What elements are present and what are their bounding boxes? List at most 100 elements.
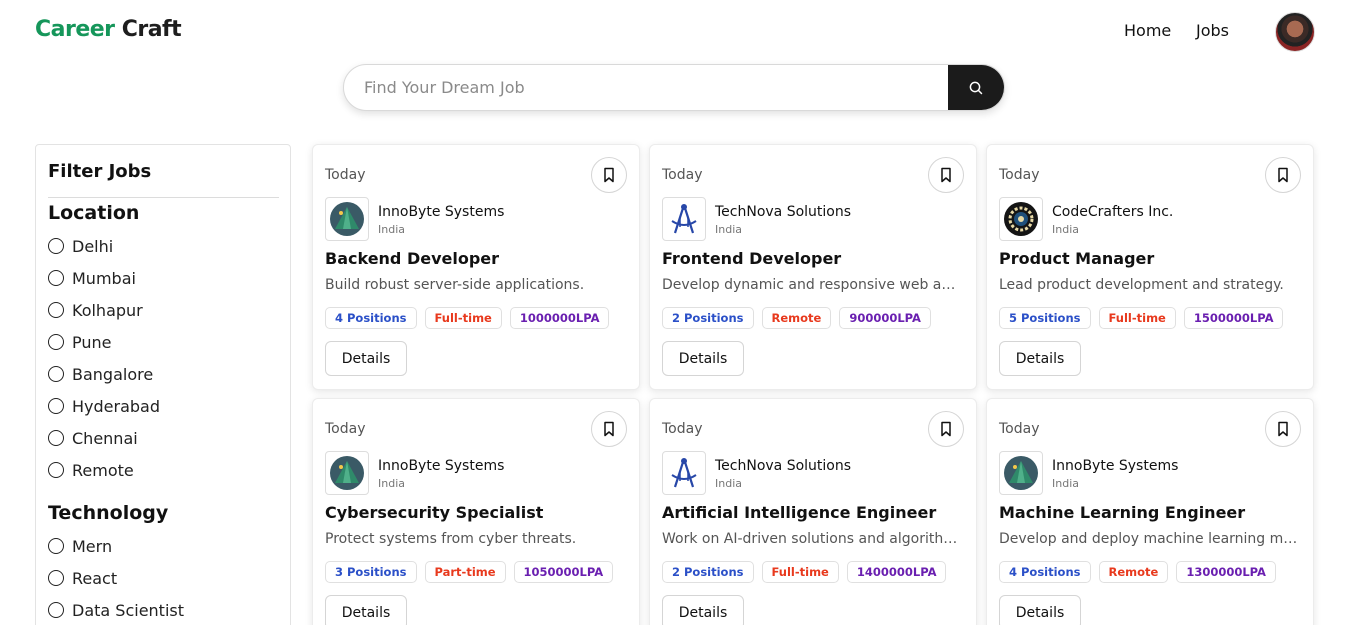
- positions-badge: 2 Positions: [662, 307, 754, 329]
- filter-option-label: Chennai: [72, 428, 138, 448]
- details-button[interactable]: Details: [662, 595, 744, 625]
- filter-option-label: Delhi: [72, 236, 114, 256]
- company-location: India: [1052, 477, 1079, 490]
- bookmark-button[interactable]: [928, 411, 964, 447]
- job-type-badge: Remote: [1098, 561, 1169, 583]
- job-badges: 2 Positions Full-time 1400000LPA: [662, 561, 947, 583]
- radio-button[interactable]: [48, 430, 64, 446]
- filter-option-hyderabad[interactable]: Hyderabad: [48, 394, 160, 418]
- company-logo: [662, 451, 706, 495]
- radio-button[interactable]: [48, 538, 64, 554]
- radio-button[interactable]: [48, 602, 64, 618]
- radio-button[interactable]: [48, 570, 64, 586]
- salary-badge: 1400000LPA: [846, 561, 947, 583]
- job-card: Today CodeCrafters Inc. India Product Ma…: [986, 144, 1314, 390]
- job-card: Today TechNova Solutions India Artificia…: [649, 398, 977, 625]
- filter-section-location: Location: [48, 202, 140, 224]
- nav-home-link[interactable]: Home: [1124, 21, 1171, 40]
- job-description: Lead product development and strategy.: [999, 277, 1284, 293]
- positions-badge: 3 Positions: [325, 561, 417, 583]
- bookmark-icon: [941, 167, 951, 183]
- bookmark-button[interactable]: [591, 411, 627, 447]
- job-description: Build robust server-side applications.: [325, 277, 585, 293]
- app-logo[interactable]: Career Craft: [35, 17, 182, 42]
- filter-option-mumbai[interactable]: Mumbai: [48, 266, 136, 290]
- filter-option-pune[interactable]: Pune: [48, 330, 112, 354]
- bookmark-button[interactable]: [591, 157, 627, 193]
- company-logo: [325, 451, 369, 495]
- filter-option-label: Kolhapur: [72, 300, 143, 320]
- company-logo: [999, 197, 1043, 241]
- job-title: Machine Learning Engineer: [999, 503, 1246, 522]
- salary-badge: 1050000LPA: [513, 561, 614, 583]
- search-input[interactable]: [344, 65, 949, 110]
- post-date: Today: [999, 167, 1040, 183]
- salary-badge: 900000LPA: [839, 307, 931, 329]
- logo-text-career: Career: [35, 17, 115, 42]
- details-button[interactable]: Details: [999, 595, 1081, 625]
- filter-title: Filter Jobs: [48, 161, 152, 182]
- bookmark-icon: [604, 421, 614, 437]
- company-location: India: [378, 477, 405, 490]
- job-description: Protect systems from cyber threats.: [325, 531, 577, 547]
- company-name: InnoByte Systems: [378, 458, 505, 474]
- nav-jobs-link[interactable]: Jobs: [1196, 21, 1229, 40]
- bookmark-button[interactable]: [928, 157, 964, 193]
- radio-button[interactable]: [48, 238, 64, 254]
- details-button[interactable]: Details: [325, 595, 407, 625]
- job-type-badge: Full-time: [424, 307, 502, 329]
- search-icon: [969, 81, 983, 94]
- filter-option-label: Mern: [72, 536, 113, 556]
- job-title: Artificial Intelligence Engineer: [662, 503, 937, 522]
- pyramid-logo-icon: [1004, 456, 1038, 490]
- radio-button[interactable]: [48, 334, 64, 350]
- job-description: Develop and deploy machine learning mode…: [999, 531, 1301, 547]
- job-badges: 2 Positions Remote 900000LPA: [662, 307, 931, 329]
- job-title: Cybersecurity Specialist: [325, 503, 544, 522]
- radio-button[interactable]: [48, 398, 64, 414]
- job-card: Today InnoByte Systems India Cybersecuri…: [312, 398, 640, 625]
- pyramid-logo-icon: [330, 456, 364, 490]
- job-description: Develop dynamic and responsive web appli…: [662, 277, 964, 293]
- company-name: TechNova Solutions: [715, 458, 852, 474]
- filter-option-chennai[interactable]: Chennai: [48, 426, 138, 450]
- job-badges: 3 Positions Part-time 1050000LPA: [325, 561, 614, 583]
- details-button[interactable]: Details: [999, 341, 1081, 376]
- radio-button[interactable]: [48, 302, 64, 318]
- filter-option-delhi[interactable]: Delhi: [48, 234, 113, 258]
- bookmark-icon: [941, 421, 951, 437]
- compass-logo-icon: [671, 204, 697, 234]
- bookmark-button[interactable]: [1265, 411, 1301, 447]
- filter-sidebar: Filter Jobs Location Delhi Mumbai Kolhap…: [35, 144, 291, 625]
- search-button[interactable]: [948, 65, 1004, 110]
- gear-badge-logo-icon: [1004, 202, 1038, 236]
- details-button[interactable]: Details: [662, 341, 744, 376]
- user-avatar[interactable]: [1275, 12, 1315, 52]
- company-name: InnoByte Systems: [1052, 458, 1179, 474]
- positions-badge: 4 Positions: [999, 561, 1091, 583]
- company-location: India: [715, 223, 742, 236]
- filter-option-label: React: [72, 568, 118, 588]
- post-date: Today: [662, 167, 703, 183]
- filter-option-bangalore[interactable]: Bangalore: [48, 362, 153, 386]
- job-card: Today InnoByte Systems India Backend Dev…: [312, 144, 640, 390]
- company-logo: [325, 197, 369, 241]
- company-logo: [662, 197, 706, 241]
- filter-option-kolhapur[interactable]: Kolhapur: [48, 298, 143, 322]
- positions-badge: 5 Positions: [999, 307, 1091, 329]
- filter-option-mern[interactable]: Mern: [48, 534, 112, 558]
- radio-button[interactable]: [48, 462, 64, 478]
- details-button[interactable]: Details: [325, 341, 407, 376]
- company-location: India: [378, 223, 405, 236]
- radio-button[interactable]: [48, 270, 64, 286]
- company-location: India: [1052, 223, 1079, 236]
- radio-button[interactable]: [48, 366, 64, 382]
- filter-option-react[interactable]: React: [48, 566, 117, 590]
- filter-option-remote[interactable]: Remote: [48, 458, 134, 482]
- positions-badge: 2 Positions: [662, 561, 754, 583]
- job-badges: 4 Positions Full-time 1000000LPA: [325, 307, 610, 329]
- bookmark-button[interactable]: [1265, 157, 1301, 193]
- bookmark-icon: [604, 167, 614, 183]
- bookmark-icon: [1278, 421, 1288, 437]
- filter-option-data-scientist[interactable]: Data Scientist: [48, 598, 184, 622]
